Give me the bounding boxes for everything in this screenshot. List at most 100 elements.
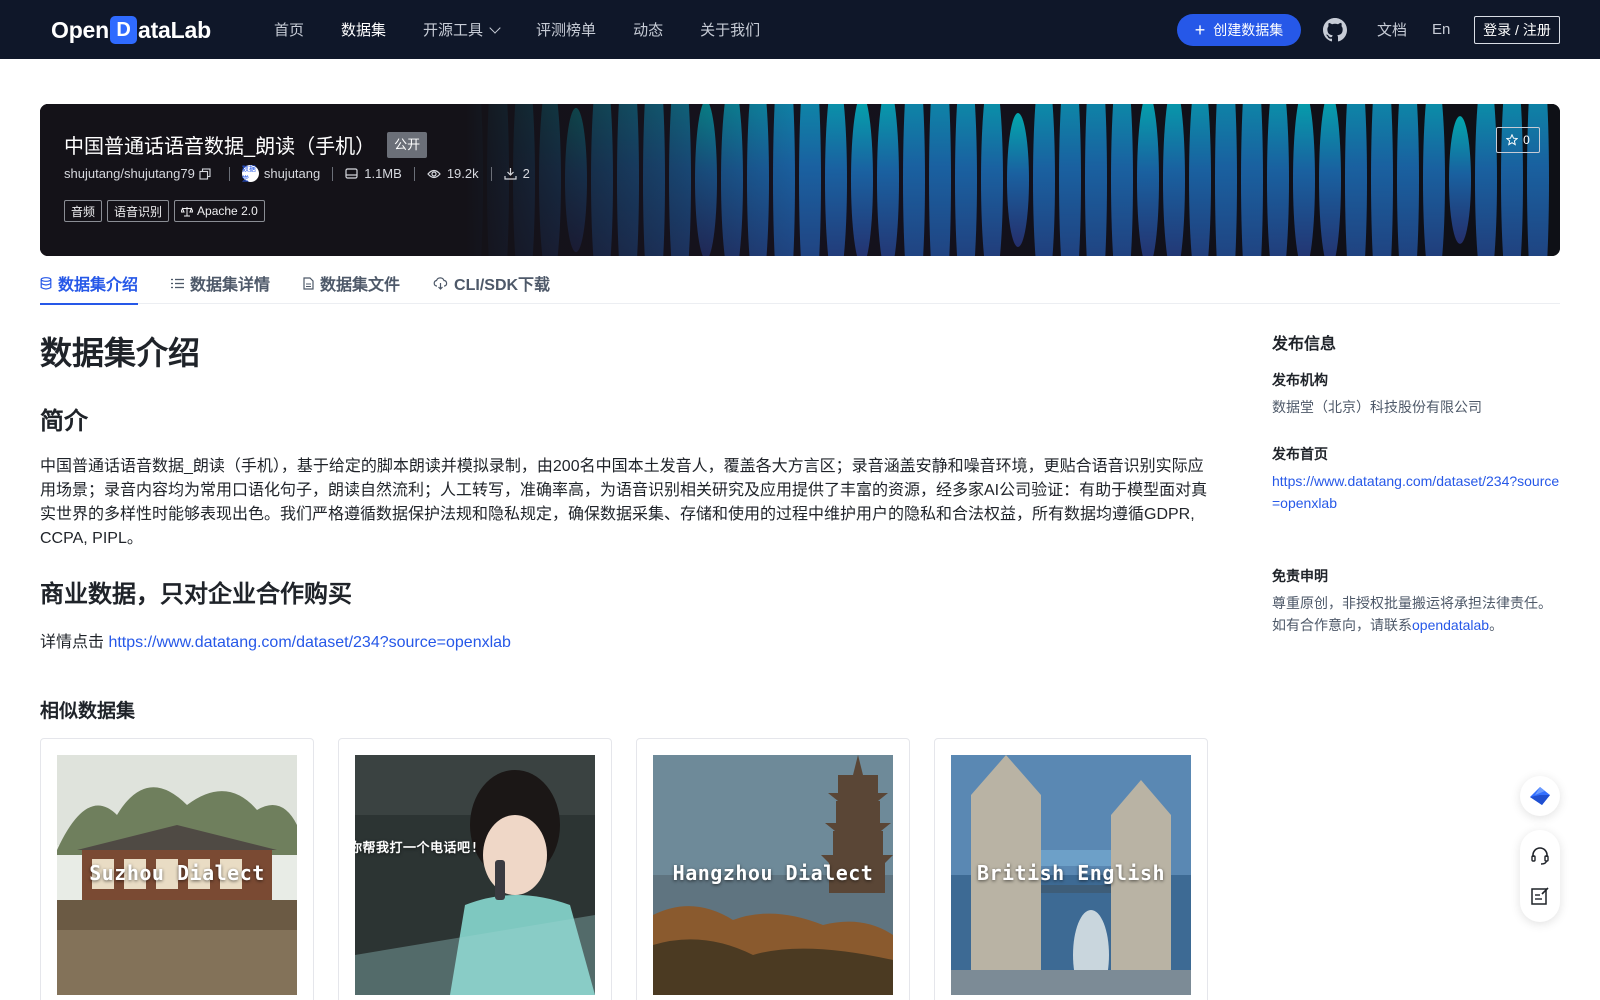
tab-dataset-intro[interactable]: 数据集介绍: [40, 262, 139, 305]
nav-datasets-label: 数据集: [341, 22, 387, 39]
dataset-title: 中国普通话语音数据_朗读（手机）: [64, 136, 376, 158]
public-badge: 公开: [387, 131, 428, 158]
tag-speech-recognition[interactable]: 语音识别: [107, 200, 170, 222]
detail-line: 详情点击 https://www.datatang.com/dataset/23…: [40, 628, 511, 652]
license-label: Apache 2.0: [197, 204, 258, 218]
nav-news-label: 动态: [633, 22, 664, 39]
detail-prefix: 详情点击: [40, 634, 109, 651]
nav-news[interactable]: 动态: [633, 19, 663, 40]
disclaimer-label: 免责申明: [1272, 568, 1328, 584]
login-register-button[interactable]: 登录 / 注册: [1474, 16, 1560, 44]
thumbnail-caption: British English: [976, 861, 1166, 885]
thumbnail-caption: Hangzhou Dialect: [672, 861, 874, 885]
page-title: 数据集介绍: [40, 335, 201, 371]
scale-icon: [181, 206, 194, 217]
file-icon: [303, 276, 314, 290]
floating-toolbar: [1520, 830, 1560, 922]
dataset-banner: 中国普通话语音数据_朗读（手机） 公开 shujutang/shujutang7…: [40, 104, 1560, 256]
avatar[interactable]: 数据堂: [241, 165, 259, 183]
list-icon: [171, 278, 185, 289]
database-icon: [40, 276, 52, 290]
commercial-heading: 商业数据，只对企业合作购买: [40, 581, 352, 608]
download-icon: [504, 167, 517, 180]
create-dataset-button[interactable]: + 创建数据集: [1177, 14, 1301, 46]
dataset-tags: 音频 语音识别 Apache 2.0: [64, 200, 270, 222]
star-button[interactable]: 0: [1496, 127, 1540, 153]
thumbnail-caption: Suzhou Dialect: [89, 861, 265, 885]
disclaimer-suffix: 。: [1489, 617, 1504, 633]
similar-dataset-card[interactable]: Hangzhou Dialect: [636, 738, 910, 1000]
intro-paragraph: 中国普通话语音数据_朗读（手机），基于给定的脚本朗读并模拟录制，由200名中国本…: [40, 458, 1208, 547]
cloud-download-icon: [433, 276, 448, 290]
disclaimer-line-1: 尊重原创，非授权批量搬运将承担法律责任。: [1272, 595, 1552, 611]
star-icon: [1506, 134, 1519, 146]
tab-dataset-files[interactable]: 数据集文件: [303, 262, 400, 304]
meta-divider: [490, 166, 492, 181]
main-nav: 首页 数据集 开源工具 评测榜单 动态 关于我们: [274, 0, 797, 59]
repo-path: shujutang/shujutang79: [64, 166, 195, 181]
tab-dataset-details[interactable]: 数据集详情: [171, 262, 270, 304]
feishu-icon[interactable]: [1520, 776, 1560, 816]
tag-audio[interactable]: 音频: [64, 200, 103, 222]
view-count: 19.2k: [446, 166, 479, 181]
storage-icon: [345, 167, 358, 180]
contact-link[interactable]: opendatalab: [1412, 617, 1489, 633]
nav-about-label: 关于我们: [700, 22, 761, 39]
dataset-thumbnail: Hangzhou Dialect: [653, 755, 893, 995]
chevron-down-icon: [489, 21, 501, 34]
nav-leaderboard-label: 评测榜单: [536, 22, 597, 39]
publisher-name[interactable]: shujutang: [264, 166, 320, 181]
nav-about[interactable]: 关于我们: [700, 19, 760, 40]
nav-home-label: 首页: [274, 22, 305, 39]
homepage-link[interactable]: https://www.datatang.com/dataset/234?sou…: [1272, 470, 1562, 514]
dataset-tabs: 数据集介绍 数据集详情 数据集文件 CLI/SDK下载: [40, 262, 1560, 305]
homepage-label: 发布首页: [1272, 446, 1328, 462]
create-dataset-label: 创建数据集: [1213, 22, 1284, 38]
star-count: 0: [1523, 133, 1530, 147]
meta-divider: [228, 166, 230, 181]
thumbnail-caption: 你帮我打一个电话吧!: [355, 841, 479, 856]
dataset-size: 1.1MB: [364, 166, 402, 181]
dataset-thumbnail: British English: [951, 755, 1191, 995]
dataset-thumbnail: Suzhou Dialect: [57, 755, 297, 995]
language-switch[interactable]: En: [1432, 0, 1450, 59]
copy-icon[interactable]: [199, 167, 211, 180]
detail-link[interactable]: https://www.datatang.com/dataset/234?sou…: [108, 634, 510, 651]
floating-feishu-widget: [1520, 776, 1560, 816]
tab-dataset-intro-label: 数据集介绍: [58, 277, 139, 294]
download-count: 2: [522, 166, 530, 181]
headset-icon[interactable]: [1520, 836, 1560, 876]
nav-open-tools[interactable]: 开源工具: [423, 19, 501, 40]
meta-divider: [413, 166, 415, 181]
disclaimer-text: 尊重原创，非授权批量搬运将承担法律责任。 如有合作意向，请联系opendatal…: [1272, 592, 1562, 636]
disclaimer-line-2-prefix: 如有合作意向，请联系: [1272, 617, 1412, 633]
feedback-icon[interactable]: [1520, 876, 1560, 916]
similar-dataset-card[interactable]: Suzhou Dialect: [40, 738, 314, 1000]
similar-dataset-card[interactable]: 你帮我打一个电话吧!: [338, 738, 612, 1000]
similar-datasets-list: Suzhou Dialect 你帮我打一个电话吧! Hangzhou Diale…: [40, 738, 1232, 1000]
dataset-thumbnail: 你帮我打一个电话吧!: [355, 755, 595, 995]
logo-mark: D: [109, 16, 137, 44]
nav-leaderboard[interactable]: 评测榜单: [536, 19, 596, 40]
logo-text-left: Open: [51, 16, 109, 43]
dataset-title-row: 中国普通话语音数据_朗读（手机） 公开: [64, 130, 428, 159]
publisher-org-value: 数据堂（北京）科技股份有限公司: [1272, 399, 1482, 415]
tab-cli-sdk-download-label: CLI/SDK下载: [454, 277, 551, 294]
eye-icon: [427, 168, 441, 180]
top-navigation-bar: Open D ataLab 首页 数据集 开源工具 评测榜单 动态 关于我们 +…: [0, 0, 1600, 59]
docs-link[interactable]: 文档: [1377, 0, 1407, 59]
dataset-meta-row: shujutang/shujutang79 数据堂 shujutang 1.1M…: [64, 165, 530, 183]
intro-heading: 简介: [40, 408, 88, 435]
nav-home[interactable]: 首页: [274, 19, 304, 40]
tab-dataset-files-label: 数据集文件: [320, 277, 401, 294]
tab-cli-sdk-download[interactable]: CLI/SDK下载: [433, 262, 550, 304]
license-tag[interactable]: Apache 2.0: [174, 200, 265, 222]
publisher-org-label: 发布机构: [1272, 372, 1328, 388]
nav-datasets[interactable]: 数据集: [341, 19, 386, 40]
similar-dataset-card[interactable]: British English: [934, 738, 1208, 1000]
plus-icon: +: [1194, 20, 1206, 40]
github-icon[interactable]: [1323, 18, 1347, 42]
meta-divider: [332, 166, 334, 181]
opendatalab-logo[interactable]: Open D ataLab: [51, 14, 211, 46]
tab-dataset-details-label: 数据集详情: [190, 277, 271, 294]
